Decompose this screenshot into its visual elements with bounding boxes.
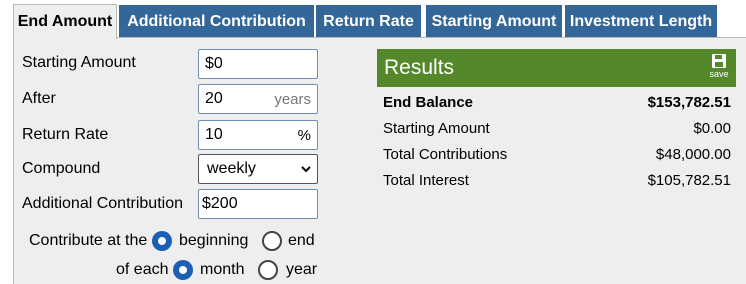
after-label: After xyxy=(22,90,56,107)
return-rate-input[interactable]: % xyxy=(198,120,318,150)
additional-contribution-input[interactable] xyxy=(198,189,318,219)
result-label: End Balance xyxy=(383,94,474,111)
beginning-label[interactable]: beginning xyxy=(179,232,248,250)
additional-contribution-label: Additional Contribution xyxy=(22,195,183,212)
tab-additional-contribution[interactable]: Additional Contribution xyxy=(119,5,314,38)
save-label: save xyxy=(709,69,729,79)
year-label[interactable]: year xyxy=(286,261,317,279)
additional-contribution-field[interactable] xyxy=(199,190,317,218)
radio-year[interactable] xyxy=(258,260,278,280)
years-suffix: years xyxy=(274,91,311,108)
compound-label: Compound xyxy=(22,160,101,177)
tab-starting-amount[interactable]: Starting Amount xyxy=(426,5,562,38)
month-label[interactable]: month xyxy=(200,261,244,279)
tab-end-amount[interactable]: End Amount xyxy=(13,4,117,39)
result-label: Total Contributions xyxy=(383,146,508,163)
radio-end[interactable] xyxy=(262,231,282,251)
results-header: Results save xyxy=(377,49,736,87)
contribute-at-label: Contribute at the xyxy=(29,232,148,249)
result-label: Total Interest xyxy=(383,172,469,189)
starting-amount-input[interactable] xyxy=(198,49,318,79)
result-value: $48,000.00 xyxy=(655,146,731,163)
tab-return-rate[interactable]: Return Rate xyxy=(316,5,421,38)
tab-investment-length[interactable]: Investment Length xyxy=(565,5,717,38)
radio-beginning[interactable] xyxy=(152,231,172,251)
result-value: $153,782.51 xyxy=(647,94,731,111)
compound-select[interactable]: weekly xyxy=(198,154,318,184)
calculator-panel: Starting Amount After years Return Rate … xyxy=(13,37,746,284)
result-value: $0.00 xyxy=(693,120,731,137)
compound-selected-value: weekly xyxy=(207,160,256,177)
save-button[interactable]: save xyxy=(708,53,730,81)
percent-suffix: % xyxy=(297,127,311,144)
result-value: $105,782.51 xyxy=(647,172,731,189)
chevron-down-icon xyxy=(301,166,311,173)
result-label: Starting Amount xyxy=(383,120,490,137)
return-rate-label: Return Rate xyxy=(22,126,109,143)
results-title: Results xyxy=(384,56,455,79)
starting-amount-field[interactable] xyxy=(199,50,317,78)
years-input[interactable]: years xyxy=(198,84,318,114)
radio-month[interactable] xyxy=(173,260,193,280)
of-each-label: of each xyxy=(116,261,169,278)
end-label[interactable]: end xyxy=(288,232,315,250)
save-icon xyxy=(712,54,726,68)
starting-amount-label: Starting Amount xyxy=(22,54,136,71)
